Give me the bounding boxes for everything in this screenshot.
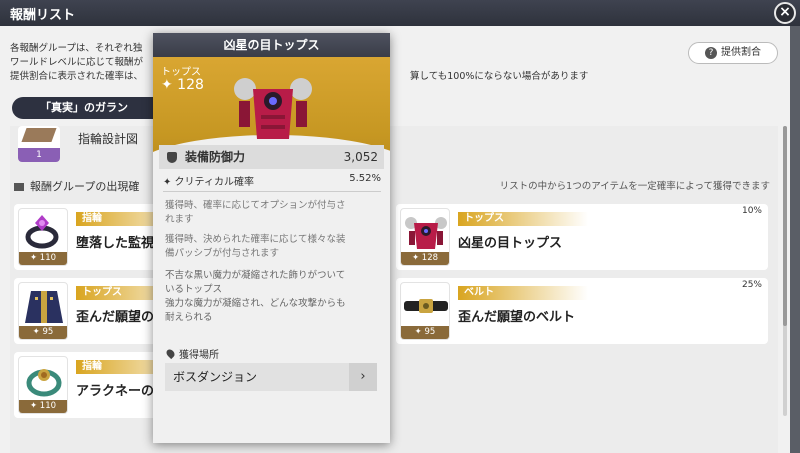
item-name: 凶星の目トップス (458, 236, 563, 251)
tooltip-sub-stat: ✦ クリティカル確率 5.52% (163, 173, 383, 188)
divider (163, 191, 381, 192)
close-button[interactable]: × (774, 2, 796, 24)
section-header: 報酬グループの出現確 リストの中から1つのアイテムを一定確率によって獲得できます (14, 176, 774, 198)
belt-icon (404, 299, 448, 313)
reward-list-panel: 各報酬グループは、それぞれ独 ワールドレベルに応じて報酬が 提供割合に表示された… (0, 26, 790, 453)
drop-rate-label: 提供割合 (721, 47, 761, 58)
boss-dungeon-button[interactable]: ボスダンジョン › (165, 363, 377, 391)
reward-card[interactable]: ✦ 95 ベルト 歪んだ願望のベルト 25% (396, 278, 768, 344)
item-thumbnail: ✦ 128 (400, 208, 450, 266)
section-note: リストの中から1つのアイテムを一定確率によって獲得できます (499, 181, 770, 192)
item-count: 1 (18, 148, 60, 162)
scrollbar[interactable] (783, 126, 787, 416)
jacket-icon (25, 291, 63, 323)
item-thumbnail: ✦ 95 (400, 282, 450, 340)
description-line-3-right: 算しても100%にならない場合があります (410, 71, 589, 82)
item-thumbnail: 1 (18, 126, 60, 162)
section-title: 報酬グループの出現確 (30, 180, 140, 193)
title-bar: 報酬リスト (0, 0, 800, 26)
armor-icon (234, 78, 312, 139)
tooltip-main-stat: 装備防御力 3,052 (159, 145, 384, 169)
tooltip-item-type: トップス (161, 67, 201, 78)
passive-note: 獲得時、決められた確率に応じて様々な装 備パッシブが付与されます (165, 234, 346, 259)
item-thumbnail: ✦ 110 (18, 356, 68, 414)
sub-stat-label: ✦ クリティカル確率 (163, 177, 254, 188)
ring-icon (26, 369, 62, 397)
item-rate: 25% (741, 280, 762, 290)
item-rate: 10% (741, 206, 762, 216)
boss-dungeon-label: ボスダンジョン (173, 370, 258, 384)
sub-stat-value: 5.52% (349, 173, 381, 184)
item-tooltip: 凶星の目トップス トップス ✦ 128 装備防御力 3,052 ✦ クリティカル… (153, 33, 390, 443)
item-name: 堕落した監視 (76, 236, 155, 251)
drop-rate-button[interactable]: ? 提供割合 (688, 42, 778, 64)
tooltip-item-level: ✦ 128 (161, 77, 204, 93)
help-icon: ? (705, 47, 717, 59)
item-level: ✦ 95 (19, 326, 67, 339)
acquire-location-label: 獲得場所 (164, 346, 219, 361)
reward-list[interactable]: 1 指輪設計図 報酬グループの出現確 リストの中から1つのアイテムを一定確率によ… (10, 126, 778, 453)
item-name: 歪んだ願望のベルト (458, 310, 576, 325)
window-title: 報酬リスト (10, 8, 76, 23)
stat-value: 3,052 (343, 150, 378, 164)
scrollbar-thumb[interactable] (783, 126, 787, 326)
item-level: ✦ 128 (401, 252, 449, 265)
item-name: アラクネーの (76, 384, 155, 399)
tooltip-title: 凶星の目トップス (153, 33, 390, 57)
item-thumbnail: ✦ 95 (18, 282, 68, 340)
flavor-text: 不吉な黒い魔力が凝縮された飾りがついて いるトップス 強力な魔力が凝縮され、どん… (165, 270, 346, 323)
list-icon (14, 183, 24, 191)
location-pin-icon (164, 347, 177, 360)
option-note: 獲得時、確率に応じてオプションが付与さ れます (165, 200, 346, 225)
item-level: ✦ 110 (19, 252, 67, 265)
stat-label: 装備防御力 (185, 150, 246, 164)
item-level: ✦ 95 (401, 326, 449, 339)
ring-icon (25, 215, 59, 249)
reward-card[interactable]: ✦ 128 トップス 凶星の目トップス 10% (396, 204, 768, 270)
item-name: 歪んだ願望の (76, 310, 155, 325)
tab-truth-garan[interactable]: 「真実」のガラン (12, 97, 172, 119)
item-level: ✦ 110 (19, 400, 67, 413)
list-item[interactable]: 1 指輪設計図 (18, 126, 168, 166)
item-category: トップス (458, 212, 588, 226)
item-category: ベルト (458, 286, 588, 300)
shield-icon (167, 152, 177, 163)
armor-icon (405, 217, 447, 249)
item-name: 指輪設計図 (78, 132, 139, 146)
blueprint-icon (21, 128, 57, 142)
item-thumbnail: ✦ 110 (18, 208, 68, 266)
chevron-right-icon: › (349, 363, 377, 391)
